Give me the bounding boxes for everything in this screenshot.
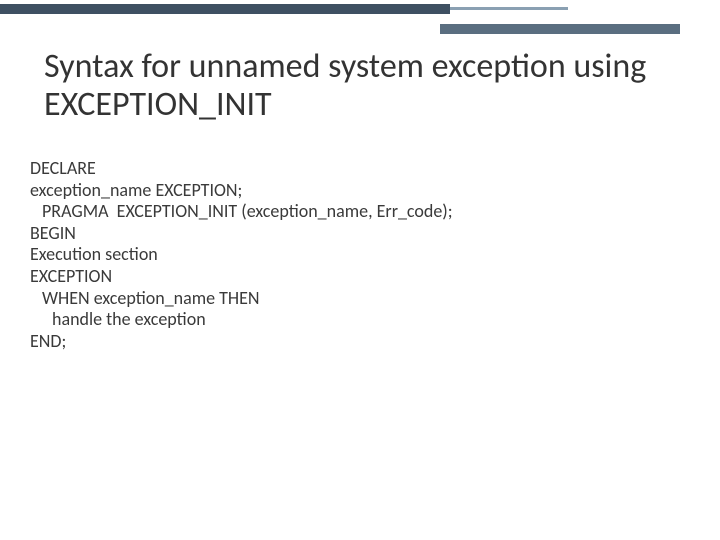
code-line: Execution section [30, 244, 690, 266]
bar-segment-dark [0, 4, 450, 14]
code-block: DECLARE exception_name EXCEPTION; PRAGMA… [30, 158, 690, 352]
code-line: WHEN exception_name THEN [30, 288, 690, 310]
top-decorative-bar [0, 0, 720, 24]
bar-segment-thin [450, 7, 568, 10]
code-line: PRAGMA EXCEPTION_INIT (exception_name, E… [30, 201, 690, 223]
code-line: handle the exception [30, 309, 690, 331]
code-line: EXCEPTION [30, 266, 690, 288]
bar-segment-right [440, 24, 680, 34]
slide-title: Syntax for unnamed system exception usin… [44, 48, 676, 124]
code-line: exception_name EXCEPTION; [30, 180, 690, 202]
code-line: BEGIN [30, 223, 690, 245]
slide: Syntax for unnamed system exception usin… [0, 0, 720, 540]
code-line: DECLARE [30, 158, 690, 180]
code-line: END; [30, 331, 690, 353]
